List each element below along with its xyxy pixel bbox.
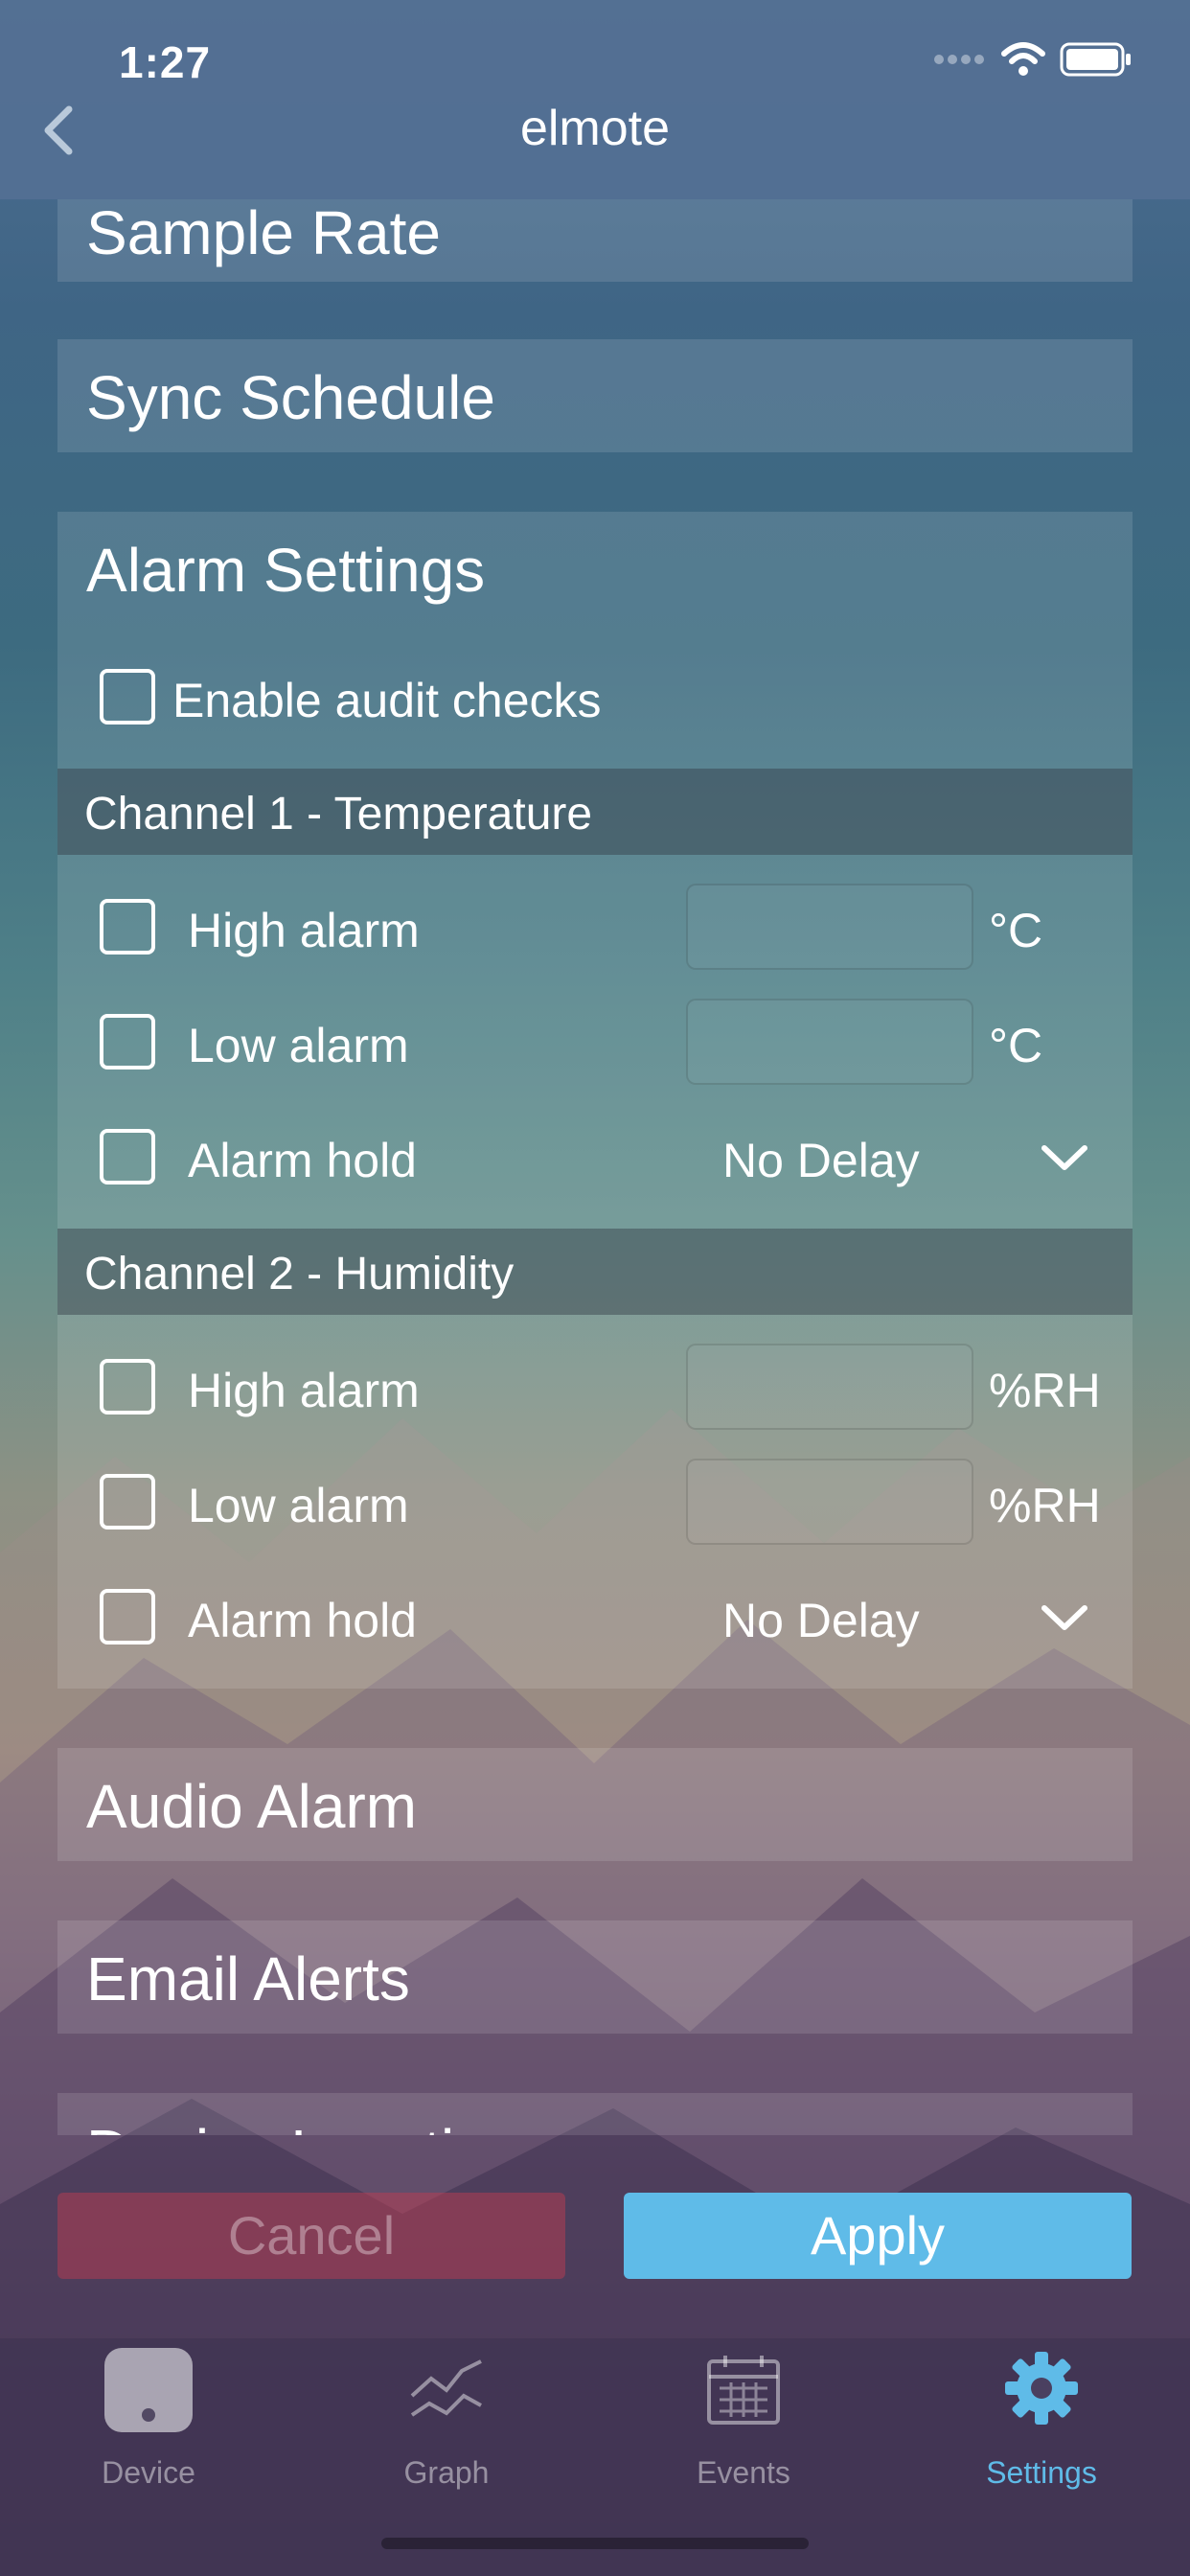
ch2-alarm-hold-select[interactable]: No Delay: [722, 1593, 920, 1648]
tab-label: Graph: [403, 2455, 490, 2490]
audit-label: Enable audit checks: [172, 674, 602, 727]
home-indicator: [381, 2538, 809, 2549]
navigation-bar: 1:27 elmote: [0, 0, 1190, 199]
settings-scroll-area[interactable]: Sample Rate Sync Schedule Alarm Settings…: [57, 199, 1133, 2135]
gear-icon: [1005, 2352, 1078, 2425]
tab-device[interactable]: Device: [0, 2338, 297, 2530]
ch2-high-unit: %RH: [989, 1364, 1101, 1417]
channel-1-header: Channel 1 - Temperature: [57, 769, 1133, 855]
tab-events[interactable]: Events: [595, 2338, 892, 2530]
ch2-low-unit: %RH: [989, 1479, 1101, 1532]
section-sample-rate[interactable]: Sample Rate: [57, 199, 1133, 282]
section-title: Sample Rate: [86, 199, 441, 267]
channel-1-title: Channel 1 - Temperature: [84, 789, 593, 840]
section-title: Sync Schedule: [86, 363, 495, 432]
ch2-low-alarm-checkbox[interactable]: [100, 1474, 155, 1530]
device-icon: [104, 2348, 193, 2432]
channel-2-header: Channel 2 - Humidity: [57, 1229, 1133, 1315]
tab-label: Events: [697, 2455, 790, 2490]
ch1-high-alarm-input[interactable]: [686, 884, 973, 970]
ch1-high-unit: °C: [989, 904, 1043, 957]
ch2-high-alarm-input[interactable]: [686, 1344, 973, 1430]
ch2-low-alarm-label: Low alarm: [188, 1479, 409, 1532]
tab-label: Settings: [986, 2455, 1097, 2490]
chevron-down-icon[interactable]: [1041, 1604, 1088, 1633]
ch1-low-unit: °C: [989, 1019, 1043, 1072]
status-time: 1:27: [119, 37, 212, 87]
section-title: Device Location: [86, 2116, 522, 2135]
ch2-alarm-hold-checkbox[interactable]: [100, 1589, 155, 1644]
ch1-high-alarm-label: High alarm: [188, 904, 420, 957]
ch1-alarm-hold-label: Alarm hold: [188, 1134, 417, 1187]
ch1-low-alarm-checkbox[interactable]: [100, 1014, 155, 1070]
tab-graph[interactable]: Graph: [298, 2338, 595, 2530]
cancel-button[interactable]: Cancel: [57, 2193, 565, 2279]
ch2-low-alarm-input[interactable]: [686, 1459, 973, 1545]
ch1-alarm-hold-select[interactable]: No Delay: [722, 1133, 920, 1188]
audit-checkbox[interactable]: [100, 669, 155, 724]
tab-label: Device: [102, 2455, 195, 2490]
ch2-high-alarm-label: High alarm: [188, 1364, 420, 1417]
chevron-down-icon[interactable]: [1041, 1144, 1088, 1173]
status-icons: [933, 42, 1133, 77]
nav-title: elmote: [519, 101, 671, 156]
ch1-low-alarm-input[interactable]: [686, 999, 973, 1085]
section-email-alerts[interactable]: Email Alerts: [57, 1920, 1133, 2034]
apply-button[interactable]: Apply: [624, 2193, 1132, 2279]
channel-2-title: Channel 2 - Humidity: [84, 1249, 515, 1300]
section-device-location[interactable]: Device Location: [57, 2093, 1133, 2135]
battery-icon: [1060, 42, 1131, 77]
wifi-icon: [1001, 42, 1045, 76]
signal-icon: [934, 55, 984, 64]
graph-icon: [410, 2359, 482, 2417]
ch1-low-alarm-label: Low alarm: [188, 1019, 409, 1072]
calendar-icon: [707, 2356, 780, 2425]
section-alarm-settings: Alarm Settings Enable audit checks Chann…: [57, 512, 1133, 1689]
section-audio-alarm[interactable]: Audio Alarm: [57, 1748, 1133, 1861]
section-title: Email Alerts: [86, 1944, 410, 2013]
section-title: Alarm Settings: [86, 536, 486, 605]
ch2-alarm-hold-label: Alarm hold: [188, 1594, 417, 1647]
ch2-high-alarm-checkbox[interactable]: [100, 1359, 155, 1414]
tab-settings[interactable]: Settings: [893, 2338, 1190, 2530]
ch1-alarm-hold-checkbox[interactable]: [100, 1129, 155, 1184]
section-title: Audio Alarm: [86, 1772, 418, 1841]
section-sync-schedule[interactable]: Sync Schedule: [57, 339, 1133, 452]
ch1-high-alarm-checkbox[interactable]: [100, 899, 155, 954]
